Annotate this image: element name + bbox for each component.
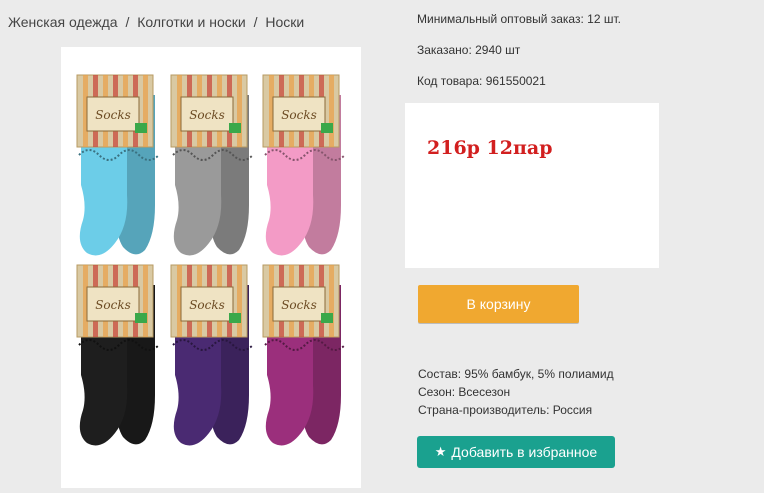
add-to-cart-label: В корзину — [466, 296, 531, 312]
sock-pair: Socks — [170, 264, 254, 446]
sock-pair: Socks — [76, 264, 160, 446]
ordered-count-text: Заказано: 2940 шт — [417, 43, 521, 57]
season-text: Сезон: Всесезон — [418, 385, 511, 399]
breadcrumb-link-tights-socks[interactable]: Колготки и носки — [137, 14, 246, 30]
svg-text:Socks: Socks — [281, 298, 317, 312]
composition-text: Состав: 95% бамбук, 5% полиамид — [418, 367, 614, 381]
sock-pair: Socks — [262, 74, 346, 256]
price: 216р 12пар — [427, 137, 553, 159]
svg-text:Socks: Socks — [189, 298, 225, 312]
breadcrumb-separator: / — [125, 14, 130, 30]
sock-pair: Socks — [170, 74, 254, 256]
sock-pair: Socks — [262, 264, 346, 446]
add-to-cart-button[interactable]: В корзину — [418, 285, 579, 323]
product-code-text: Код товара: 961550021 — [417, 74, 546, 88]
svg-text:Socks: Socks — [189, 108, 225, 122]
product-photo[interactable]: Socks Socks Socks Socks Socks Socks — [61, 47, 361, 488]
svg-text:Socks: Socks — [281, 108, 317, 122]
breadcrumb-current-socks: Носки — [265, 14, 305, 30]
country-text: Страна-производитель: Россия — [418, 403, 593, 417]
add-to-favorites-label: Добавить в избранное — [451, 444, 598, 460]
star-icon: ★ — [434, 444, 447, 459]
min-order-text: Минимальный оптовый заказ: 12 шт. — [417, 12, 621, 26]
price-box: 216р 12пар — [405, 103, 659, 268]
svg-text:Socks: Socks — [95, 108, 131, 122]
breadcrumb-separator: / — [253, 14, 258, 30]
add-to-favorites-button[interactable]: ★ Добавить в избранное — [417, 436, 615, 468]
svg-text:Socks: Socks — [95, 298, 131, 312]
sock-pair: Socks — [76, 74, 160, 256]
breadcrumb-link-womens-clothing[interactable]: Женская одежда — [8, 14, 118, 30]
breadcrumb: Женская одежда / Колготки и носки / Носк… — [8, 14, 304, 30]
socks-image: Socks Socks Socks Socks Socks Socks — [76, 74, 346, 446]
